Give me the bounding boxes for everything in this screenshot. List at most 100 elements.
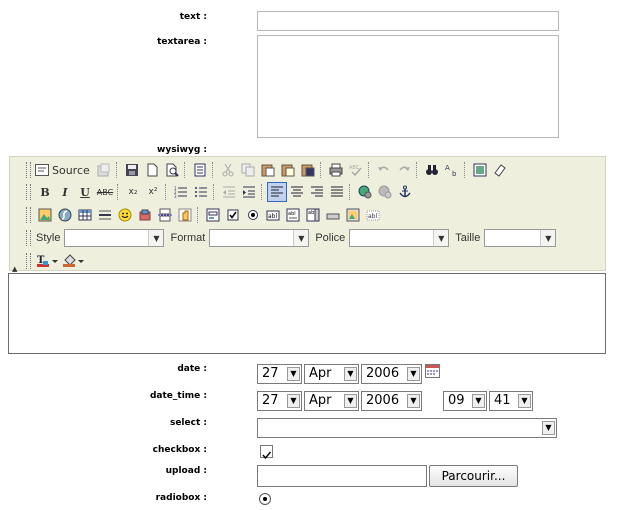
unlink-button[interactable] [375, 182, 395, 202]
datetime-day-select[interactable]: 27 ▼ [257, 391, 302, 411]
hidden-field-button[interactable]: abl [363, 205, 383, 225]
paste-template-button[interactable] [94, 160, 114, 180]
datetime-month-select[interactable]: Apr ▼ [304, 391, 359, 411]
date-year-select[interactable]: 2006 ▼ [361, 364, 422, 384]
background-color-button[interactable] [61, 251, 87, 271]
wysiwyg-editing-area[interactable] [8, 273, 606, 354]
special-char-button[interactable] [135, 205, 155, 225]
radio-button[interactable] [243, 205, 263, 225]
text-color-button[interactable]: T [35, 251, 61, 271]
link-button[interactable] [355, 182, 375, 202]
image-button[interactable] [35, 205, 55, 225]
image-button-field-button[interactable] [343, 205, 363, 225]
collapse-toolbar-icon[interactable]: ▲ [12, 265, 17, 273]
redo-button[interactable] [394, 160, 414, 180]
datetime-hour-select[interactable]: 09 ▼ [443, 391, 487, 411]
superscript-button[interactable]: x² [143, 182, 163, 202]
form-icon [206, 208, 220, 222]
date-month-select[interactable]: Apr ▼ [304, 364, 359, 384]
paste-text-button[interactable] [278, 160, 298, 180]
replace-icon: Ab [445, 164, 457, 177]
bold-button[interactable]: B [35, 182, 55, 202]
spellcheck-button[interactable]: ABC [346, 160, 366, 180]
format-combo[interactable]: ▼ [209, 229, 310, 247]
calendar-icon[interactable] [425, 363, 440, 382]
textarea-input[interactable] [257, 35, 559, 138]
indent-button[interactable] [239, 182, 259, 202]
textfield-button[interactable]: abl [263, 205, 283, 225]
justify-button[interactable] [327, 182, 347, 202]
page-break-icon [158, 208, 172, 222]
align-left-button[interactable] [267, 182, 287, 202]
style-combo[interactable]: ▼ [64, 229, 165, 247]
date-month-value: Apr [309, 366, 332, 381]
separator [115, 162, 118, 178]
cut-icon [222, 163, 234, 177]
checkbox-button[interactable] [223, 205, 243, 225]
paste-word-icon [301, 164, 315, 177]
select-all-button[interactable] [470, 160, 490, 180]
underline-button[interactable]: U [75, 182, 95, 202]
print-button[interactable] [326, 160, 346, 180]
date-day-select[interactable]: 27 ▼ [257, 364, 302, 384]
undo-button[interactable] [374, 160, 394, 180]
table-button[interactable] [75, 205, 95, 225]
paste-word-button[interactable] [298, 160, 318, 180]
italic-button[interactable]: I [55, 182, 75, 202]
preview-button[interactable] [162, 160, 182, 180]
justify-icon [331, 186, 343, 197]
checkbox-input[interactable] [260, 445, 273, 460]
separator [183, 162, 186, 178]
align-right-button[interactable] [307, 182, 327, 202]
cut-button[interactable] [218, 160, 238, 180]
templates-button[interactable] [190, 160, 210, 180]
strikethrough-button[interactable]: ABC [95, 182, 115, 202]
source-icon [35, 164, 49, 176]
separator [415, 162, 418, 178]
replace-button[interactable]: Ab [442, 160, 462, 180]
separator [197, 207, 199, 223]
text-input[interactable] [257, 11, 559, 31]
source-button[interactable]: Source [35, 164, 90, 177]
datetime-year-select[interactable]: 2006 ▼ [361, 391, 422, 411]
flash-button[interactable] [55, 205, 75, 225]
upload-path-input[interactable] [257, 465, 427, 487]
textarea-button[interactable]: abl [283, 205, 303, 225]
find-button[interactable] [422, 160, 442, 180]
toolbar-row-4: Style ▼ Format ▼ Police ▼ Taille ▼ [26, 227, 557, 249]
form-button[interactable] [203, 205, 223, 225]
image-button-field-icon [346, 208, 360, 222]
taille-combo[interactable]: ▼ [484, 229, 557, 247]
chevron-down-icon: ▼ [407, 367, 420, 381]
smiley-button[interactable] [115, 205, 135, 225]
save-button[interactable] [122, 160, 142, 180]
radiobox-input[interactable] [258, 491, 272, 510]
bullet-list-button[interactable] [191, 182, 211, 202]
new-page-button[interactable] [142, 160, 162, 180]
unlink-icon [378, 185, 392, 199]
remove-format-button[interactable] [490, 160, 510, 180]
select-dropdown[interactable]: ▼ [257, 418, 557, 438]
button-field-button[interactable] [323, 205, 343, 225]
checkbox-label: checkbox : [152, 445, 207, 455]
svg-text:b: b [452, 170, 457, 177]
select-field-button[interactable]: ab [303, 205, 323, 225]
toolbar-grip [26, 162, 31, 178]
horizontal-rule-button[interactable] [95, 205, 115, 225]
browse-button[interactable]: Parcourir... [429, 465, 518, 487]
toolbar-row-5: T [26, 250, 87, 272]
align-center-button[interactable] [287, 182, 307, 202]
anchor-button[interactable] [395, 182, 415, 202]
outdent-button[interactable] [219, 182, 239, 202]
police-combo[interactable]: ▼ [349, 229, 450, 247]
subscript-button[interactable]: x₂ [123, 182, 143, 202]
svg-text:ab: ab [308, 210, 314, 216]
iframe-button[interactable] [175, 205, 195, 225]
copy-button[interactable] [238, 160, 258, 180]
paste-button[interactable] [258, 160, 278, 180]
numbered-list-button[interactable]: 123 [171, 182, 191, 202]
source-label: Source [52, 163, 90, 177]
chevron-down-icon: ▼ [344, 367, 357, 381]
page-break-button[interactable] [155, 205, 175, 225]
datetime-minute-select[interactable]: 41 ▼ [489, 391, 533, 411]
